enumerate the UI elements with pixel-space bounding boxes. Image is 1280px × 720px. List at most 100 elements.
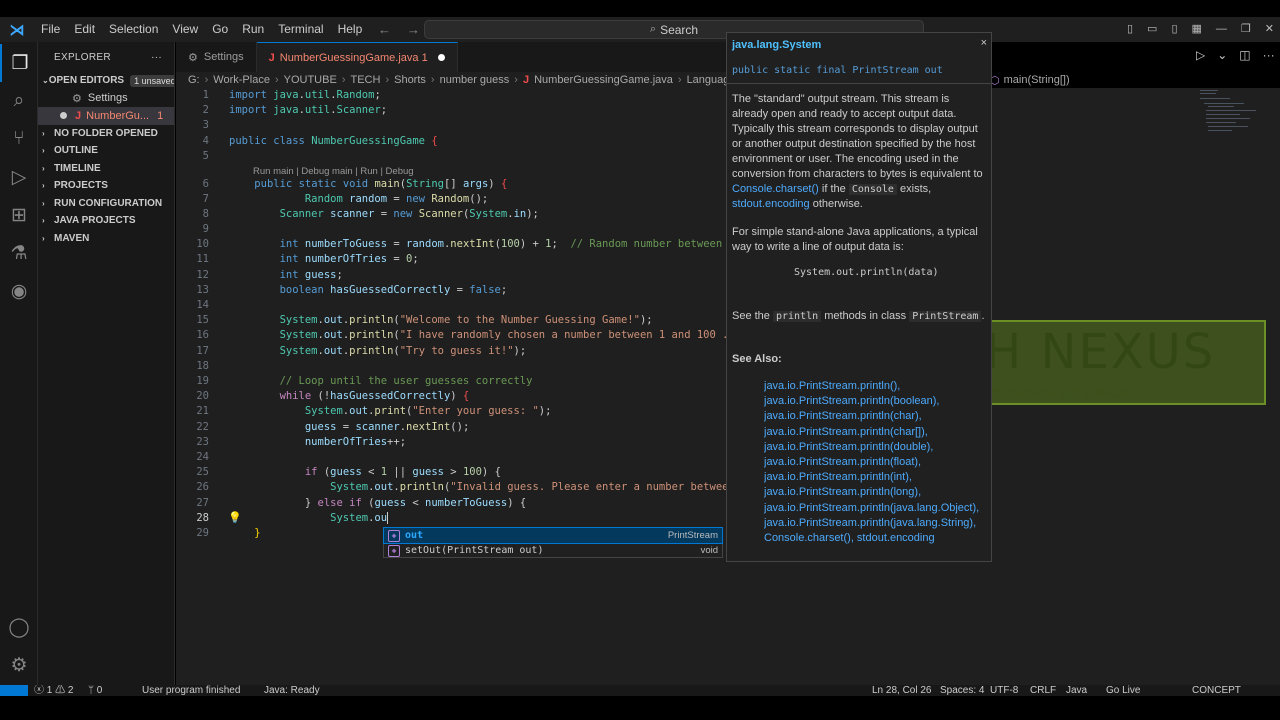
code-text: System.out.println("I have randomly chos… bbox=[279, 329, 742, 341]
encoding[interactable]: UTF-8 bbox=[990, 686, 1018, 696]
section-run-configuration[interactable]: › RUN CONFIGURATION bbox=[38, 195, 174, 213]
cursor-position[interactable]: Ln 28, Col 26 bbox=[872, 686, 932, 696]
more-actions-icon[interactable]: ··· bbox=[151, 52, 162, 63]
tab-settings[interactable]: ⚙ Settings bbox=[176, 42, 257, 72]
unsaved-dot-icon[interactable] bbox=[437, 54, 445, 61]
hover-title: java.lang.System bbox=[732, 39, 822, 51]
minimize-icon[interactable]: — bbox=[1216, 17, 1227, 42]
section-no-folder[interactable]: › NO FOLDER OPENED bbox=[38, 125, 174, 143]
layout-sidebar-icon[interactable]: ▯ bbox=[1127, 17, 1133, 42]
breadcrumb-symbol[interactable]: ⬡ main(String[]) bbox=[990, 72, 1070, 88]
menu-selection[interactable]: Selection bbox=[102, 17, 165, 42]
suggestion-item[interactable]: ◈ out PrintStream bbox=[383, 527, 723, 544]
testing-icon[interactable]: ⚗ bbox=[0, 234, 38, 272]
edge-devtools-icon[interactable]: ◉ bbox=[0, 272, 38, 310]
crumb[interactable]: G: bbox=[188, 74, 200, 86]
close-window-icon[interactable]: ✕ bbox=[1265, 17, 1274, 42]
source-control-icon[interactable]: ⑂ bbox=[0, 120, 38, 158]
crumb[interactable]: TECH bbox=[350, 74, 380, 86]
crumb[interactable]: NumberGuessingGame.java bbox=[534, 74, 673, 86]
menu-help[interactable]: Help bbox=[331, 17, 370, 42]
section-timeline[interactable]: › TIMELINE bbox=[38, 160, 174, 178]
search-icon[interactable]: ⌕ bbox=[0, 82, 38, 120]
run-file-icon[interactable]: ▷ bbox=[1196, 48, 1205, 62]
suggestion-item[interactable]: ◈ setOut(PrintStream out) void bbox=[384, 543, 722, 558]
section-projects[interactable]: › PROJECTS bbox=[38, 177, 174, 195]
back-arrow-icon[interactable]: ← bbox=[378, 17, 391, 42]
account-icon[interactable]: ◯ bbox=[0, 608, 38, 646]
menu-view[interactable]: View bbox=[165, 17, 205, 42]
forward-arrow-icon[interactable]: → bbox=[407, 17, 420, 42]
see-also-link[interactable]: java.io.PrintStream.println(), bbox=[764, 379, 991, 394]
indentation[interactable]: Spaces: 4 bbox=[940, 686, 984, 696]
see-also-link[interactable]: java.io.PrintStream.println(float), bbox=[764, 455, 991, 470]
see-also-link[interactable]: Console.charset(), stdout.encoding bbox=[764, 531, 991, 546]
crumb[interactable]: YOUTUBE bbox=[284, 74, 337, 86]
tab-java-file[interactable]: J NumberGuessingGame.java 1 bbox=[256, 42, 458, 72]
menu-terminal[interactable]: Terminal bbox=[271, 17, 330, 42]
section-maven[interactable]: › MAVEN bbox=[38, 230, 174, 248]
suggestion-type: void bbox=[700, 545, 718, 556]
line-ending[interactable]: CRLF bbox=[1030, 686, 1056, 696]
menu-file[interactable]: File bbox=[34, 17, 67, 42]
section-java-projects[interactable]: › JAVA PROJECTS bbox=[38, 212, 174, 230]
code-text: int guess; bbox=[279, 269, 343, 281]
layout-panel-icon[interactable]: ▭ bbox=[1147, 17, 1157, 42]
split-editor-icon[interactable]: ◫ bbox=[1239, 48, 1250, 62]
suggestion-type: PrintStream bbox=[667, 530, 718, 541]
explorer-icon[interactable]: ❐ bbox=[0, 44, 38, 82]
crumb[interactable]: Language Suppor bbox=[687, 74, 728, 86]
more-actions-icon[interactable]: ··· bbox=[1263, 48, 1275, 62]
see-also-link[interactable]: java.io.PrintStream.println(int), bbox=[764, 470, 991, 485]
remote-indicator[interactable] bbox=[0, 685, 28, 696]
extensions-icon[interactable]: ⊞ bbox=[0, 196, 38, 234]
method-icon: ◈ bbox=[388, 544, 400, 557]
minimap[interactable] bbox=[1196, 88, 1268, 134]
see-also-link[interactable]: java.io.PrintStream.println(char), bbox=[764, 409, 991, 424]
problems-indicator[interactable]: ⓧ 1 ⚠ 2 bbox=[34, 686, 73, 696]
settings-gear-icon[interactable]: ⚙ bbox=[0, 646, 38, 684]
menu-edit[interactable]: Edit bbox=[67, 17, 102, 42]
crumb-separator-icon: › bbox=[274, 74, 279, 86]
open-editor-label: NumberGu... bbox=[86, 109, 150, 122]
line-number: 23 bbox=[196, 436, 209, 448]
code-text: // Loop until the user guesses correctly bbox=[279, 375, 533, 387]
section-label: OUTLINE bbox=[54, 145, 98, 157]
see-also-link[interactable]: java.io.PrintStream.println(long), bbox=[764, 485, 991, 500]
see-also-link[interactable]: java.io.PrintStream.println(java.lang.Ob… bbox=[764, 501, 991, 516]
menu-run[interactable]: Run bbox=[235, 17, 271, 42]
restore-icon[interactable]: ❐ bbox=[1241, 17, 1251, 42]
run-debug-icon[interactable]: ▷ bbox=[0, 158, 38, 196]
link-console-charset[interactable]: Console.charset() bbox=[732, 183, 819, 195]
language-mode[interactable]: Java bbox=[1066, 686, 1087, 696]
crumb-separator-icon: › bbox=[341, 74, 346, 86]
sig-text: public static final PrintStream out bbox=[732, 65, 943, 76]
run-dropdown-icon[interactable]: ⌄ bbox=[1217, 48, 1227, 62]
see-also-link[interactable]: java.io.PrintStream.println(boolean), bbox=[764, 394, 991, 409]
vscode-logo-icon[interactable]: ⋊ bbox=[0, 21, 34, 39]
see-also-link[interactable]: java.io.PrintStream.println(char[]), bbox=[764, 425, 991, 440]
open-editor-java-file[interactable]: J NumberGu... 1 bbox=[38, 107, 174, 125]
layout-secondary-icon[interactable]: ▯ bbox=[1171, 17, 1177, 42]
crumb[interactable]: Work-Place bbox=[213, 74, 270, 86]
divider bbox=[727, 83, 991, 84]
unsaved-badge: 1 unsaved bbox=[130, 74, 174, 87]
menu-go[interactable]: Go bbox=[205, 17, 235, 42]
crumb[interactable]: Shorts bbox=[394, 74, 426, 86]
link-stdout-encoding[interactable]: stdout.encoding bbox=[732, 198, 810, 210]
code-text: boolean hasGuessedCorrectly = false; bbox=[279, 284, 508, 296]
open-editor-settings[interactable]: ⚙ Settings bbox=[38, 90, 174, 108]
java-status[interactable]: Java: Ready bbox=[264, 686, 320, 696]
line-number: 15 bbox=[196, 314, 209, 326]
close-icon[interactable]: × bbox=[981, 37, 987, 49]
go-live-button[interactable]: Go Live bbox=[1106, 686, 1140, 696]
open-editors-section[interactable]: ⌄ OPEN EDITORS 1 unsaved bbox=[38, 72, 174, 90]
explorer-title: EXPLORER bbox=[54, 51, 111, 63]
unsaved-dot-icon[interactable] bbox=[60, 112, 67, 120]
see-also-link[interactable]: java.io.PrintStream.println(double), bbox=[764, 440, 991, 455]
section-outline[interactable]: › OUTLINE bbox=[38, 142, 174, 160]
customize-layout-icon[interactable]: ▦ bbox=[1192, 17, 1202, 42]
ports-indicator[interactable]: ᛘ 0 bbox=[88, 686, 102, 696]
crumb[interactable]: number guess bbox=[440, 74, 510, 86]
see-also-link[interactable]: java.io.PrintStream.println(java.lang.St… bbox=[764, 516, 991, 531]
